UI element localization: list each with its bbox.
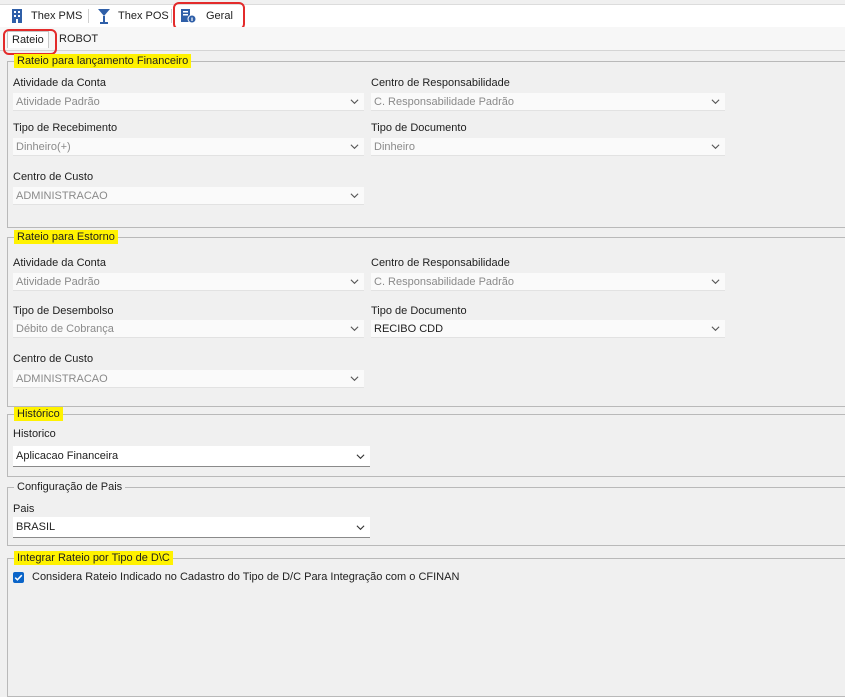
- estorno-atividade-conta-value: Atividade Padrão: [16, 276, 100, 288]
- building-icon: [9, 8, 25, 24]
- estorno-centro-custo-value: ADMINISTRACAO: [16, 373, 108, 385]
- estorno-atividade-conta-label: Atividade da Conta: [13, 257, 106, 269]
- chevron-down-icon: [356, 454, 365, 460]
- estorno-centro-custo-label: Centro de Custo: [13, 353, 94, 365]
- chevron-down-icon: [350, 279, 359, 285]
- group-historico-title: Histórico: [14, 407, 63, 421]
- tipo-desembolso-label: Tipo de Desembolso: [13, 305, 114, 317]
- tipo-documento-value: Dinheiro: [374, 141, 415, 153]
- centro-custo-select[interactable]: ADMINISTRACAO: [13, 187, 364, 205]
- centro-responsabilidade-label: Centro de Responsabilidade: [371, 77, 510, 89]
- centro-responsabilidade-select[interactable]: C. Responsabilidade Padrão: [371, 93, 725, 111]
- chevron-down-icon: [711, 326, 720, 332]
- tab-robot[interactable]: ROBOT: [59, 31, 98, 47]
- atividade-conta-select[interactable]: Atividade Padrão: [13, 93, 364, 111]
- chevron-down-icon: [350, 99, 359, 105]
- historico-label: Historico: [13, 428, 56, 440]
- chevron-down-icon: [711, 279, 720, 285]
- tipo-recebimento-value: Dinheiro(+): [16, 141, 71, 153]
- considera-rateio-checkbox[interactable]: [13, 572, 24, 583]
- chevron-down-icon: [356, 525, 365, 531]
- estorno-centro-responsabilidade-select[interactable]: C. Responsabilidade Padrão: [371, 273, 725, 291]
- pais-label: Pais: [13, 503, 35, 515]
- pais-select[interactable]: BRASIL: [13, 517, 370, 538]
- chevron-down-icon: [350, 376, 359, 382]
- tab-geral-label: Geral: [206, 10, 233, 22]
- tab-divider: [88, 9, 89, 23]
- tab-thex-pos-label: Thex POS: [118, 10, 169, 22]
- chevron-down-icon: [711, 144, 720, 150]
- chevron-down-icon: [350, 326, 359, 332]
- historico-select[interactable]: Aplicacao Financeira: [13, 446, 370, 467]
- tipo-desembolso-select[interactable]: Débito de Cobrança: [13, 320, 364, 338]
- tipo-documento-select[interactable]: Dinheiro: [371, 138, 725, 156]
- tab-thex-pos[interactable]: Thex POS: [96, 5, 169, 27]
- estorno-tipo-documento-label: Tipo de Documento: [371, 305, 467, 317]
- tab-rateio-label: Rateio: [12, 34, 44, 46]
- group-integrar-rateio-title: Integrar Rateio por Tipo de D\C: [14, 551, 173, 565]
- chevron-down-icon: [711, 99, 720, 105]
- considera-rateio-label[interactable]: Considera Rateio Indicado no Cadastro do…: [32, 571, 459, 583]
- tab-robot-label: ROBOT: [59, 33, 99, 45]
- chevron-down-icon: [350, 193, 359, 199]
- group-rateio-estorno-title: Rateio para Estorno: [14, 230, 118, 244]
- estorno-tipo-documento-value: RECIBO CDD: [374, 323, 444, 335]
- tab-thex-pms[interactable]: Thex PMS: [9, 5, 82, 27]
- settings-document-icon: [180, 8, 197, 24]
- tab-thex-pms-label: Thex PMS: [31, 10, 83, 22]
- checkmark-icon: [14, 574, 23, 581]
- estorno-atividade-conta-select[interactable]: Atividade Padrão: [13, 273, 364, 291]
- tab-divider: [171, 9, 172, 23]
- estorno-centro-responsabilidade-value: C. Responsabilidade Padrão: [374, 276, 515, 288]
- chevron-down-icon: [350, 144, 359, 150]
- group-configuracao-pais-title: Configuração de Pais: [14, 480, 126, 494]
- tab-geral[interactable]: Geral: [180, 5, 233, 27]
- centro-custo-label: Centro de Custo: [13, 171, 94, 183]
- module-tab-strip: Thex PMS Thex POS Geral: [0, 4, 845, 28]
- atividade-conta-label: Atividade da Conta: [13, 77, 106, 89]
- group-rateio-lancamento-title: Rateio para lançamento Financeiro: [14, 54, 192, 68]
- tipo-desembolso-value: Débito de Cobrança: [16, 323, 114, 335]
- centro-custo-value: ADMINISTRACAO: [16, 190, 108, 202]
- centro-responsabilidade-value: C. Responsabilidade Padrão: [374, 96, 515, 108]
- tipo-recebimento-label: Tipo de Recebimento: [13, 122, 118, 134]
- tab-rateio[interactable]: Rateio: [7, 31, 49, 48]
- tipo-documento-label: Tipo de Documento: [371, 122, 467, 134]
- estorno-tipo-documento-select[interactable]: RECIBO CDD: [371, 320, 725, 338]
- estorno-centro-responsabilidade-label: Centro de Responsabilidade: [371, 257, 510, 269]
- historico-value: Aplicacao Financeira: [16, 450, 119, 462]
- sub-tab-strip: Rateio ROBOT: [0, 27, 845, 51]
- estorno-centro-custo-select[interactable]: ADMINISTRACAO: [13, 370, 364, 388]
- pais-value: BRASIL: [16, 521, 56, 533]
- cocktail-icon: [96, 8, 112, 24]
- atividade-conta-value: Atividade Padrão: [16, 96, 100, 108]
- tipo-recebimento-select[interactable]: Dinheiro(+): [13, 138, 364, 156]
